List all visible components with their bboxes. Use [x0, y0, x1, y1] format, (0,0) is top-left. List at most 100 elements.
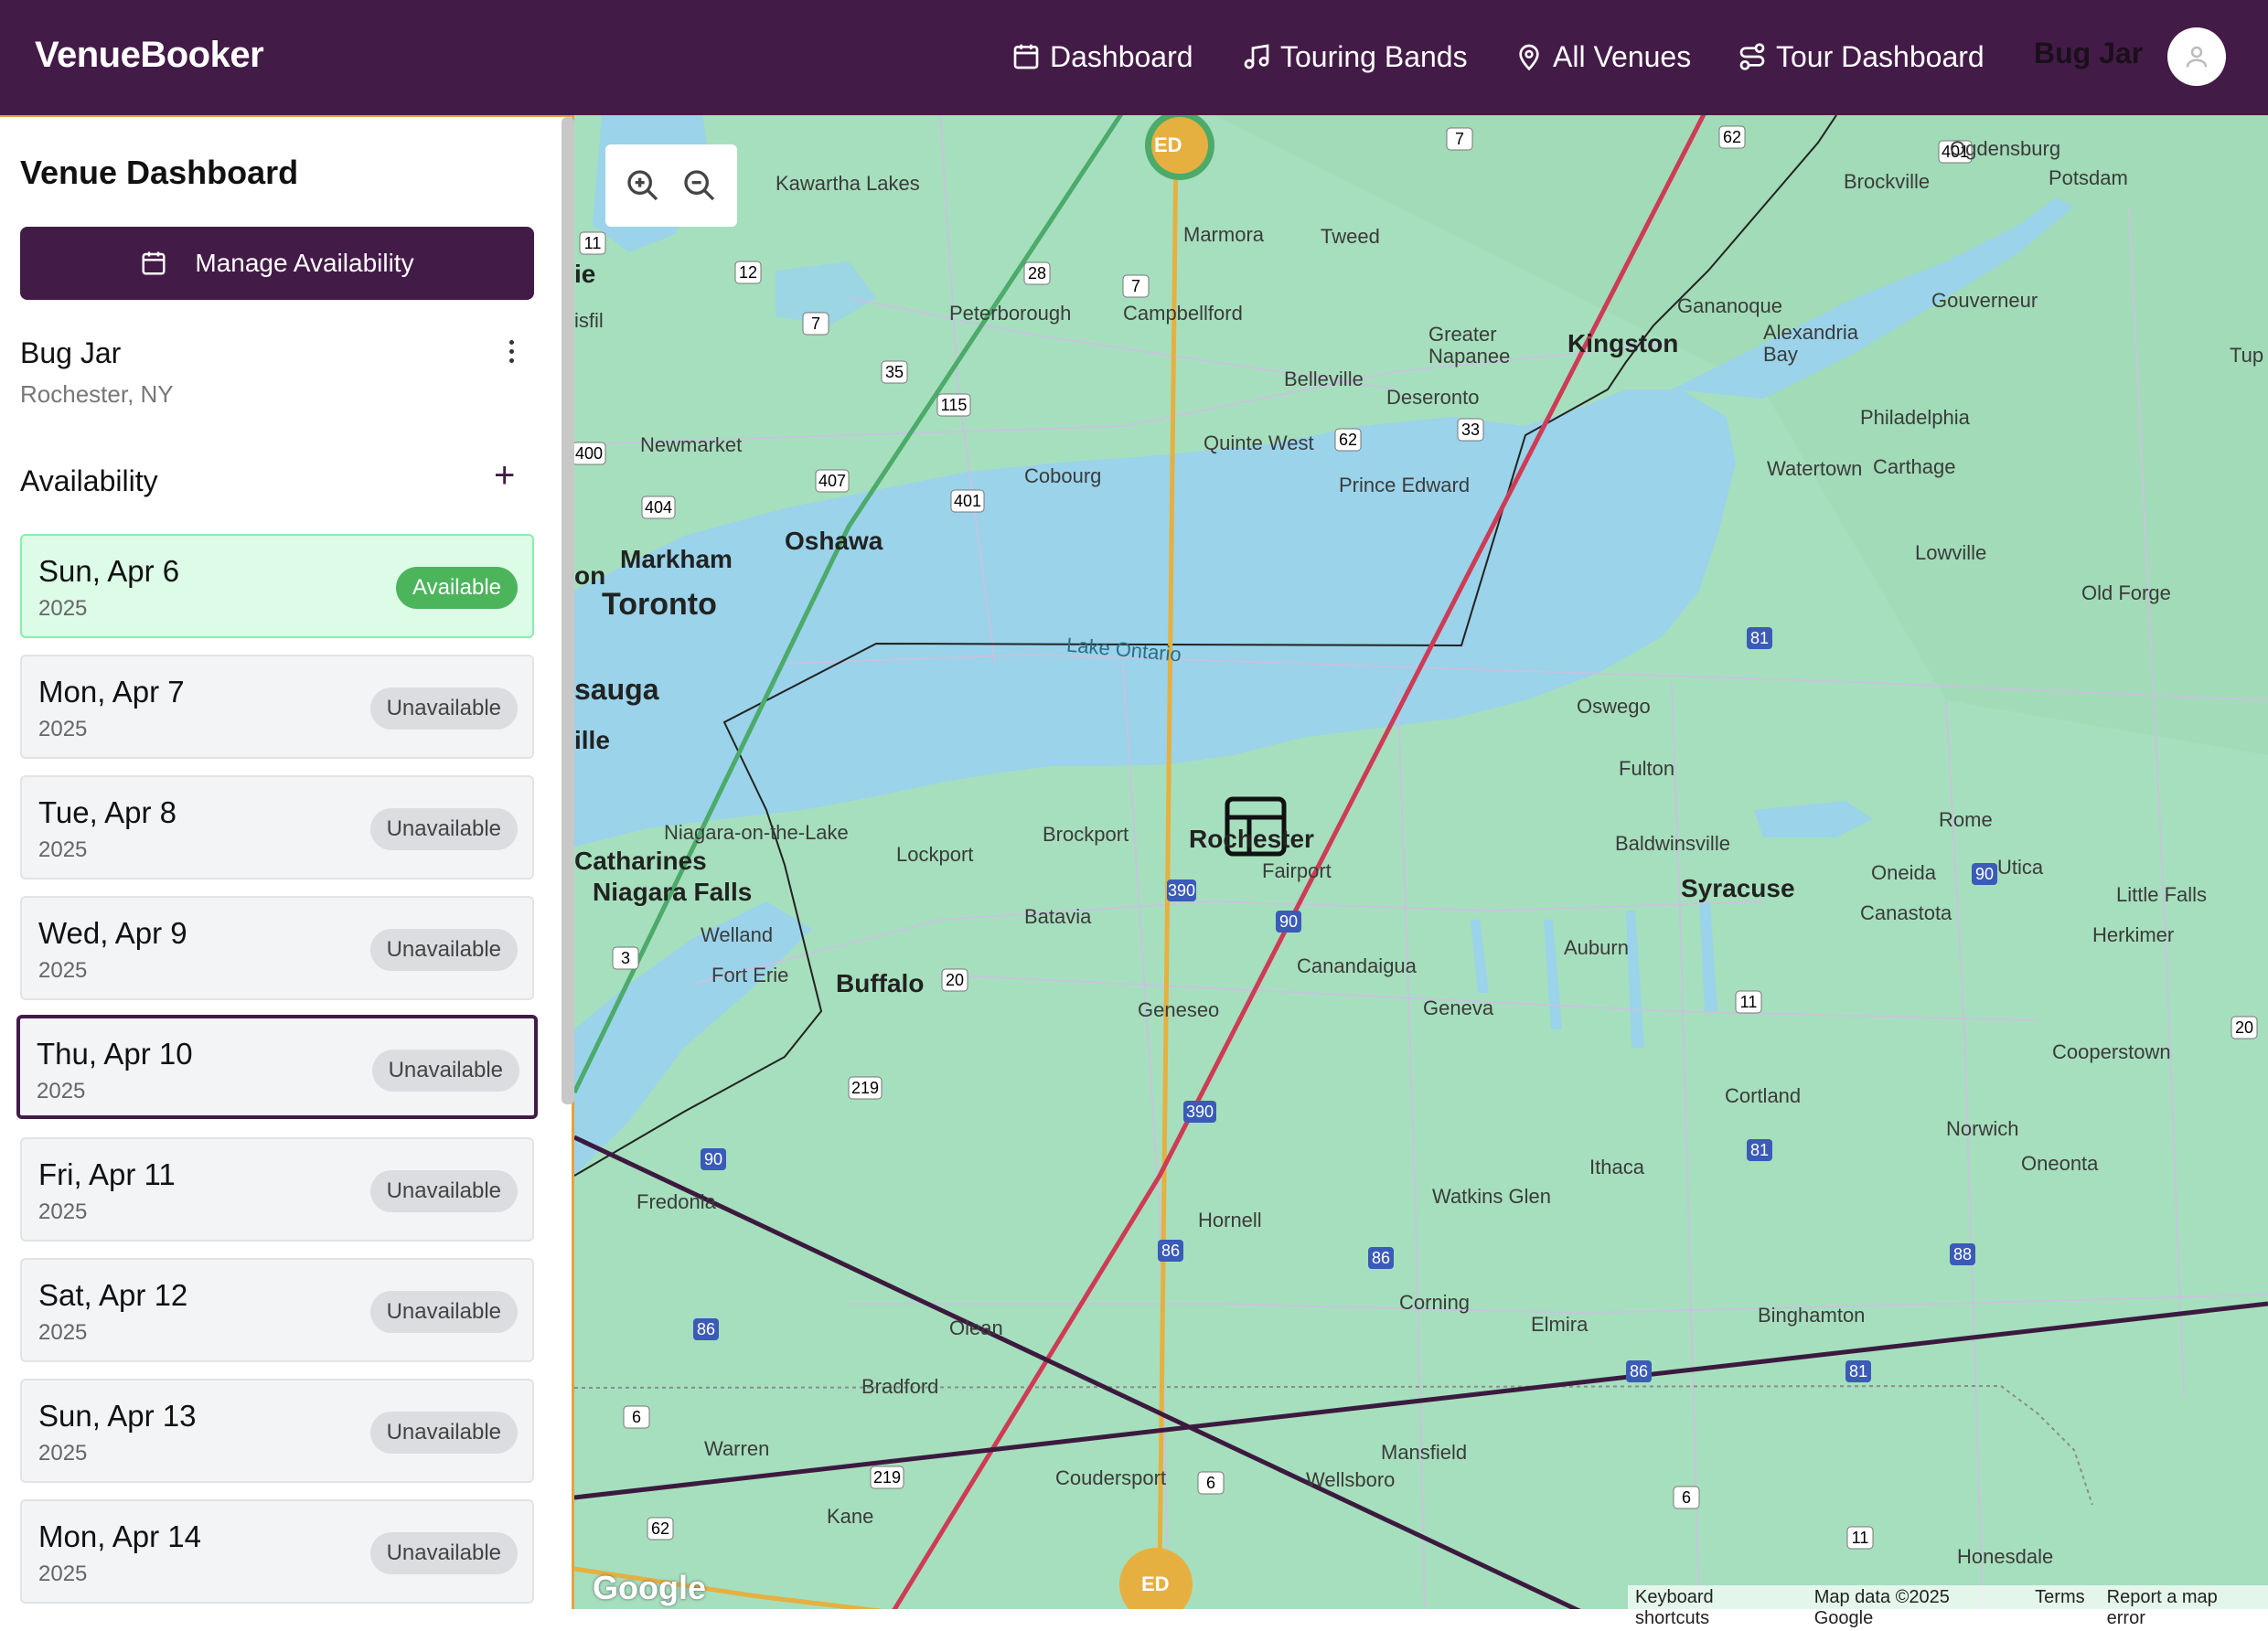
place-label: Little Falls [2116, 883, 2208, 906]
music-note-icon [1244, 44, 1269, 69]
nav-touring-bands-label: Touring Bands [1280, 39, 1468, 73]
google-logo: Google [593, 1569, 706, 1606]
zoom-in-icon[interactable] [625, 167, 661, 204]
sidebar-scrollbar[interactable] [562, 117, 574, 1104]
day-date: Fri, Apr 11 [38, 1157, 176, 1191]
manage-availability-button[interactable]: Manage Availability [20, 227, 534, 300]
list-item-selected[interactable]: Thu, Apr 10 2025 Unavailable [16, 1015, 538, 1119]
place-label: Batavia [1024, 905, 1092, 928]
place-label: Oshawa [785, 527, 883, 555]
place-label: Niagara Falls [593, 878, 753, 906]
nav-tour-dashboard[interactable]: Tour Dashboard [1738, 33, 1984, 80]
status-badge: Unavailable [371, 1050, 519, 1092]
place-label: isfil [574, 309, 604, 332]
place-label: on [574, 561, 606, 590]
nav-all-venues-label: All Venues [1553, 39, 1692, 73]
place-label: Buffalo [836, 969, 925, 997]
place-label: Fairport [1262, 859, 1332, 882]
nav-touring-bands[interactable]: Touring Bands [1242, 33, 1468, 80]
place-label: Lowville [1915, 541, 1987, 564]
place-label: Philadelphia [1860, 406, 1970, 429]
nav-dashboard[interactable]: Dashboard [1011, 33, 1193, 80]
marker-top-label: ED [1154, 133, 1182, 156]
day-date: Sat, Apr 12 [38, 1278, 188, 1312]
place-label: Geneseo [1138, 998, 1220, 1021]
venue-location: Rochester, NY [20, 380, 174, 408]
place-label: Potsdam [2049, 166, 2128, 189]
lake-label: Lake Ontario [1065, 633, 1182, 666]
place-label: Olean [949, 1317, 1003, 1339]
place-label: Mansfield [1381, 1441, 1468, 1464]
day-year: 2025 [38, 837, 88, 862]
user-name[interactable]: Bug Jar [2034, 37, 2143, 70]
manage-availability-label: Manage Availability [195, 249, 414, 277]
place-label: Toronto [602, 587, 717, 622]
place-label: Belleville [1284, 368, 1364, 390]
list-item[interactable]: Sun, Apr 6 2025 Available [20, 534, 534, 638]
place-label: Fulton [1619, 757, 1675, 780]
status-badge: Unavailable [369, 688, 518, 730]
place-label: Coudersport [1055, 1466, 1167, 1489]
status-badge: Unavailable [369, 1532, 518, 1574]
place-label: Ithaca [1589, 1156, 1644, 1178]
list-item[interactable]: Sat, Apr 12 2025 Unavailable [20, 1258, 534, 1362]
zoom-controls [605, 144, 737, 227]
route-icon [1739, 43, 1765, 70]
place-label: Syracuse [1681, 874, 1795, 902]
day-date: Tue, Apr 8 [38, 795, 177, 829]
list-item[interactable]: Tue, Apr 8 2025 Unavailable [20, 775, 534, 879]
place-label: Rochester [1189, 825, 1314, 853]
map-footer: Keyboard shortcuts Map data ©2025 Google… [1628, 1585, 2268, 1631]
place-label: Cortland [1725, 1084, 1802, 1107]
place-label: Ogdensburg [1950, 137, 2061, 160]
day-year: 2025 [38, 1199, 88, 1224]
place-label: Geneva [1423, 997, 1494, 1019]
more-vertical-icon[interactable] [498, 333, 524, 369]
day-date: Mon, Apr 14 [38, 1519, 201, 1553]
map-canvas[interactable]: 7 62 401 11 12 28 7 115 35 7 404 407 401… [574, 115, 2268, 1609]
place-label: Oswego [1577, 695, 1651, 718]
list-item[interactable]: Mon, Apr 7 2025 Unavailable [20, 655, 534, 759]
venue-name: Bug Jar [20, 336, 122, 369]
place-label: Watertown [1767, 457, 1863, 480]
page-title: Venue Dashboard [20, 154, 299, 191]
zoom-out-icon[interactable] [681, 167, 718, 204]
place-label: Alexandria Bay [1763, 321, 1858, 366]
day-date: Mon, Apr 7 [38, 675, 185, 709]
list-item[interactable]: Wed, Apr 9 2025 Unavailable [20, 896, 534, 1000]
list-item[interactable]: Sun, Apr 13 2025 Unavailable [20, 1379, 534, 1483]
place-label: Elmira [1531, 1313, 1589, 1336]
report-error-link[interactable]: Report a map error [2107, 1587, 2261, 1629]
place-label: Auburn [1564, 936, 1629, 959]
nav-all-venues[interactable]: All Venues [1514, 33, 1691, 80]
place-label: Utica [1997, 856, 2044, 879]
place-label: Kingston [1567, 329, 1679, 357]
place-label: Wellsboro [1306, 1468, 1396, 1491]
place-label: Prince Edward [1339, 474, 1471, 496]
map-labels: Lake Ontario ED ED Kawartha Lakes Marmor… [574, 115, 2268, 1609]
place-label: Cobourg [1024, 464, 1102, 487]
day-date: Wed, Apr 9 [38, 916, 187, 950]
plus-icon[interactable]: + [494, 455, 515, 496]
map-pin-icon [1519, 44, 1539, 71]
day-year: 2025 [38, 1320, 88, 1345]
marker-bottom-label: ED [1141, 1572, 1170, 1595]
venue-sidebar: Venue Dashboard Manage Availability Bug … [0, 115, 574, 1609]
brand-logo[interactable]: VenueBooker [35, 35, 264, 76]
status-badge: Unavailable [369, 808, 518, 850]
terms-link[interactable]: Terms [2035, 1587, 2084, 1629]
day-date: Thu, Apr 10 [37, 1037, 193, 1071]
list-item[interactable]: Mon, Apr 14 2025 Unavailable [20, 1499, 534, 1604]
place-label: Greater Napanee [1428, 323, 1511, 368]
day-year: 2025 [37, 1079, 86, 1103]
calendar-icon [1013, 44, 1039, 69]
keyboard-shortcuts-link[interactable]: Keyboard shortcuts [1635, 1587, 1792, 1629]
nav-dashboard-label: Dashboard [1050, 39, 1193, 73]
avatar[interactable] [2167, 27, 2226, 86]
place-label: Fort Erie [711, 964, 789, 986]
place-label: Fredonia [637, 1190, 716, 1213]
day-date: Sun, Apr 13 [38, 1399, 197, 1433]
place-label: Newmarket [640, 433, 743, 456]
place-label: Binghamton [1758, 1304, 1866, 1327]
list-item[interactable]: Fri, Apr 11 2025 Unavailable [20, 1137, 534, 1242]
